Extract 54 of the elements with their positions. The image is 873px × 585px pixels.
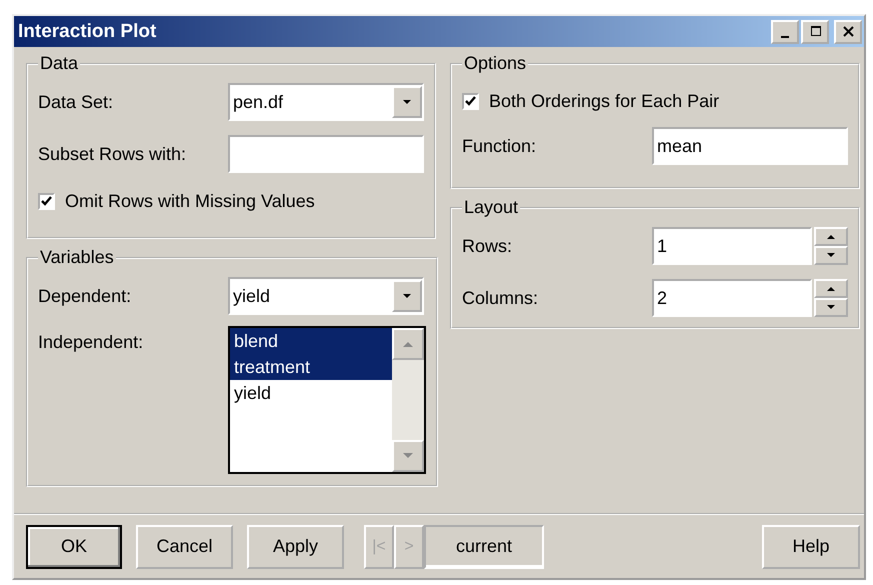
close-icon (840, 24, 856, 39)
field-label: Subset Rows with: (38, 144, 188, 164)
group-title: Variables (40, 247, 114, 267)
dropdown-value: yield (233, 286, 270, 306)
dialog-button[interactable]: Apply (247, 524, 344, 568)
list-item[interactable]: treatment (230, 354, 392, 380)
scroll-up-button[interactable] (392, 328, 424, 360)
field-label: Function: (462, 136, 538, 156)
scroll-down-button[interactable] (392, 440, 424, 472)
dropdown[interactable]: pen.df (228, 83, 424, 121)
status-field: current (424, 524, 544, 568)
field-label: Independent: (38, 332, 144, 353)
dialog-button[interactable]: Cancel (136, 524, 233, 568)
up-arrow-icon (402, 340, 414, 348)
input-field[interactable]: mean (652, 127, 848, 165)
field-label: Columns: (462, 288, 540, 308)
window-title: Interaction Plot (18, 20, 156, 42)
list-item[interactable]: blend (230, 328, 392, 354)
spin-down-button[interactable] (814, 246, 848, 265)
checkbox-option[interactable]: Both Orderings for Each Pair (462, 86, 848, 116)
up-arrow-icon (827, 234, 835, 239)
checkbox[interactable] (462, 92, 479, 110)
list-item[interactable]: yield (230, 380, 392, 406)
minimize-button[interactable] (771, 20, 799, 44)
field-label: Dependent: (38, 286, 132, 306)
scrollbar[interactable] (392, 328, 424, 472)
check-icon (464, 94, 477, 108)
maximize-button[interactable] (801, 20, 829, 44)
spin-up-button[interactable] (814, 227, 848, 246)
checkbox-label: Both Orderings for Each Pair (489, 90, 720, 112)
group-title: Data (40, 53, 78, 73)
checkbox-label: Omit Rows with Missing Values (65, 190, 315, 212)
down-arrow-icon (402, 452, 414, 460)
input-field[interactable]: 2 (652, 279, 812, 317)
help-button[interactable]: Help (762, 524, 860, 568)
dropdown[interactable]: yield (228, 277, 424, 315)
minimize-icon (781, 36, 789, 38)
input-field[interactable] (228, 135, 424, 173)
ok-button[interactable]: OK (26, 524, 122, 568)
checkbox[interactable] (38, 192, 55, 210)
checkbox-option[interactable]: Omit Rows with Missing Values (38, 186, 424, 216)
field-label: Rows: (462, 236, 514, 256)
down-arrow-icon (827, 253, 835, 258)
check-icon (40, 194, 53, 208)
dropdown-value: pen.df (233, 92, 284, 112)
group-title: Layout (464, 197, 518, 217)
input-field[interactable]: 1 (652, 227, 812, 265)
group-title: Options (464, 53, 526, 73)
spin-up-button[interactable] (814, 279, 848, 298)
close-button[interactable] (834, 20, 862, 44)
field-label: Data Set: (38, 92, 114, 112)
up-arrow-icon (827, 286, 835, 291)
spin-down-button[interactable] (814, 298, 848, 317)
down-arrow-icon (827, 305, 835, 310)
